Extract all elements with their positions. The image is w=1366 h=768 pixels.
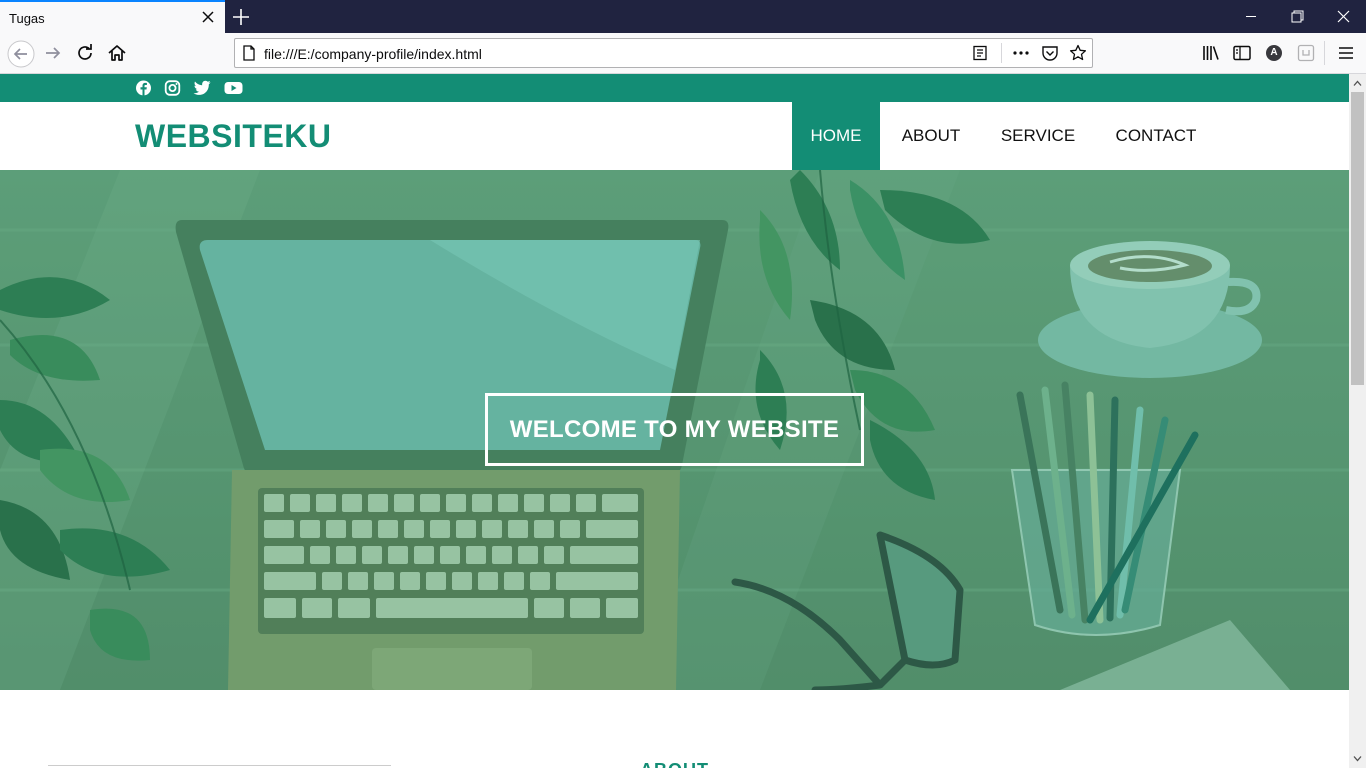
- page-actions-icon[interactable]: [1012, 45, 1030, 61]
- browser-toolbar: file:///E:/company-profile/index.html A: [0, 33, 1366, 74]
- nav-about-link[interactable]: ABOUT: [892, 102, 970, 170]
- about-section-heading: ABOUT: [640, 760, 709, 768]
- close-window-icon[interactable]: [1320, 0, 1366, 33]
- back-icon[interactable]: [7, 40, 35, 68]
- nav-home-link[interactable]: HOME: [792, 102, 880, 170]
- close-tab-icon[interactable]: [201, 10, 215, 24]
- toolbar-separator: [1324, 41, 1325, 65]
- browser-tab[interactable]: Tugas: [0, 0, 225, 33]
- library-icon[interactable]: [1199, 41, 1223, 65]
- reader-view-icon[interactable]: [972, 45, 988, 61]
- bookmark-star-icon[interactable]: [1069, 44, 1087, 62]
- nav-contact-link[interactable]: CONTACT: [1107, 102, 1205, 170]
- hero-title: WELCOME TO MY WEBSITE: [509, 416, 840, 443]
- home-icon[interactable]: [105, 41, 129, 65]
- page-viewport: WEBSITEKU HOME ABOUT SERVICE CONTACT WEL…: [0, 74, 1349, 768]
- site-logo[interactable]: WEBSITEKU: [135, 118, 332, 155]
- url-separator: [1001, 43, 1002, 63]
- new-tab-icon[interactable]: [230, 6, 252, 28]
- pocket-icon[interactable]: [1041, 45, 1059, 62]
- scroll-down-icon[interactable]: [1353, 754, 1362, 763]
- youtube-icon[interactable]: [224, 80, 243, 96]
- restore-window-icon[interactable]: [1274, 0, 1320, 33]
- sidebar-icon[interactable]: [1230, 41, 1254, 65]
- address-bar[interactable]: file:///E:/company-profile/index.html: [234, 38, 1093, 68]
- reload-icon[interactable]: [73, 41, 97, 65]
- nav-service-link[interactable]: SERVICE: [993, 102, 1083, 170]
- site-navbar: WEBSITEKU HOME ABOUT SERVICE CONTACT: [0, 102, 1349, 170]
- page-icon: [243, 45, 255, 61]
- extension-icon[interactable]: [1294, 41, 1318, 65]
- social-bar: [0, 74, 1349, 102]
- twitter-icon[interactable]: [193, 80, 211, 96]
- url-text[interactable]: file:///E:/company-profile/index.html: [264, 46, 482, 62]
- page-scrollbar[interactable]: [1349, 74, 1366, 768]
- browser-tab-strip: Tugas: [0, 0, 1366, 33]
- forward-icon[interactable]: [41, 41, 65, 65]
- scrollbar-thumb[interactable]: [1351, 92, 1364, 385]
- account-avatar[interactable]: A: [1266, 45, 1282, 61]
- tab-title: Tugas: [9, 11, 45, 26]
- section-divider: [48, 765, 391, 766]
- hero-title-box: WELCOME TO MY WEBSITE: [485, 393, 864, 466]
- minimize-window-icon[interactable]: [1228, 0, 1274, 33]
- instagram-icon[interactable]: [164, 80, 181, 96]
- menu-icon[interactable]: [1334, 41, 1358, 65]
- hero-banner: WELCOME TO MY WEBSITE: [0, 170, 1349, 690]
- facebook-icon[interactable]: [135, 80, 152, 96]
- scroll-up-icon[interactable]: [1353, 79, 1362, 88]
